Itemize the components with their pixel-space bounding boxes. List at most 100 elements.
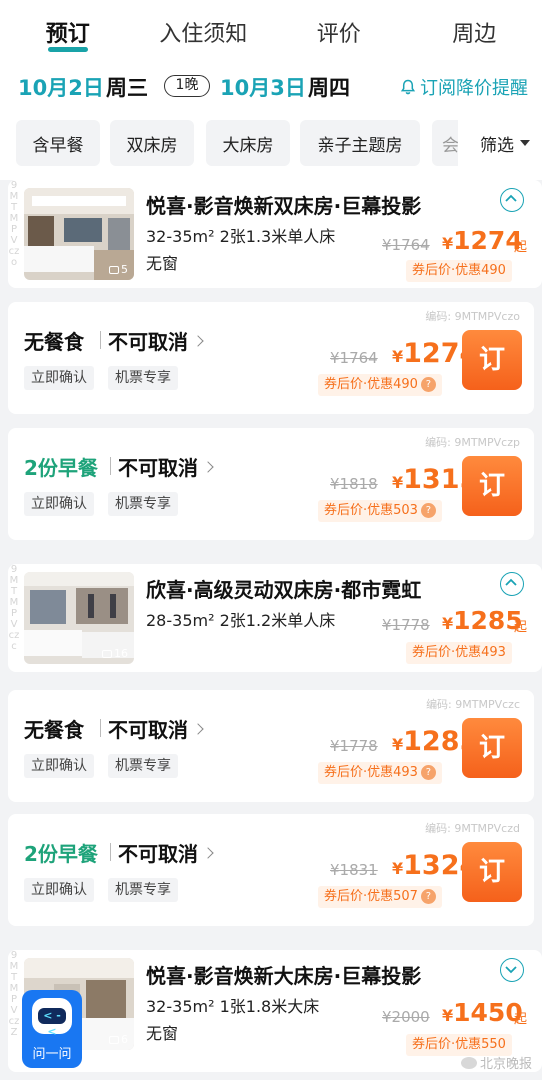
chevron-right-icon	[192, 722, 204, 735]
badge-flight-exclusive: 机票专享	[108, 754, 178, 778]
tab-nearby[interactable]: 周边	[407, 0, 542, 56]
original-price: ¥2000	[382, 1008, 430, 1026]
checkout-weekday: 周四	[308, 76, 350, 100]
filter-chip-king[interactable]: 大床房	[206, 120, 290, 166]
bell-icon	[400, 79, 416, 95]
meal-label: 无餐食	[24, 718, 84, 742]
tab-booking[interactable]: 预订	[0, 0, 136, 56]
room-title: 欣喜·高级灵动双床房·都市霓虹	[146, 578, 422, 602]
room-photo[interactable]: 5	[24, 188, 134, 280]
nights-badge: 1晚	[164, 75, 210, 97]
room-price: ¥1274	[442, 226, 523, 255]
ai-assistant-button[interactable]: < - < 问一问	[22, 990, 82, 1068]
help-icon[interactable]: ?	[420, 377, 436, 392]
divider	[100, 719, 101, 737]
room-code-vertical: 9MTMPVczc	[8, 564, 20, 652]
filter-chip-breakfast[interactable]: 含早餐	[16, 120, 100, 166]
tab-checkin-notice[interactable]: 入住须知	[136, 0, 272, 56]
weibo-icon	[460, 1056, 477, 1069]
caret-down-icon	[520, 140, 530, 146]
discount-tag: 券后价·优惠507?	[318, 886, 442, 908]
room-photo[interactable]: 16	[24, 572, 134, 664]
photo-count: 5	[109, 263, 128, 276]
room-card[interactable]: 9MTMPVczc 16 欣喜·高级灵动双床房·都市霓虹 28-35m² 2张1…	[8, 564, 542, 672]
book-button[interactable]: 订	[462, 718, 522, 778]
room-window: 无窗	[146, 1024, 179, 1043]
badge-instant-confirm: 立即确认	[24, 492, 94, 516]
original-price: ¥1778	[330, 737, 378, 755]
discount-tag: 券后价·优惠490	[406, 260, 512, 282]
filter-chip-twin[interactable]: 双床房	[110, 120, 194, 166]
help-icon[interactable]: ?	[420, 889, 436, 904]
checkout-date[interactable]: 10月3日	[220, 72, 306, 102]
book-button[interactable]: 订	[462, 842, 522, 902]
rate-plan-card[interactable]: 编码: 9MTMPVczp 2份早餐 不可取消 立即确认 机票专享 ¥1818 …	[8, 428, 534, 540]
discount-tag: 券后价·优惠490?	[318, 374, 442, 396]
cancel-policy[interactable]: 不可取消	[108, 714, 204, 743]
price-from-label: 起	[514, 240, 528, 255]
room-card[interactable]: 9MTMPVczo 5 悦喜·影音焕新双床房·巨幕投影 32-35m² 2张1.…	[8, 180, 542, 288]
rate-code: 编码: 9MTMPVczp	[425, 436, 520, 449]
original-price: ¥1764	[330, 349, 378, 367]
filter-chip-family[interactable]: 亲子主题房	[300, 120, 420, 166]
filter-bar: 含早餐 双床房 大床房 亲子主题房 会 筛选	[0, 108, 542, 180]
filter-label: 筛选	[480, 135, 514, 156]
expand-icon[interactable]	[500, 958, 524, 982]
meal-label: 2份早餐	[24, 842, 98, 866]
book-button[interactable]: 订	[462, 330, 522, 390]
cancel-policy[interactable]: 不可取消	[108, 326, 204, 355]
chevron-right-icon	[192, 334, 204, 347]
original-price: ¥1764	[382, 236, 430, 254]
badge-instant-confirm: 立即确认	[24, 754, 94, 778]
rate-code: 编码: 9MTMPVczd	[425, 822, 520, 835]
help-icon[interactable]: ?	[420, 503, 436, 518]
price-alert-label: 订阅降价提醒	[420, 78, 528, 99]
camera-icon	[102, 649, 112, 658]
ai-assistant-label: 问一问	[32, 1047, 72, 1062]
meal-label: 无餐食	[24, 330, 84, 354]
active-tab-indicator	[47, 47, 88, 52]
badge-flight-exclusive: 机票专享	[108, 878, 178, 902]
collapse-icon[interactable]	[500, 188, 524, 212]
badge-flight-exclusive: 机票专享	[108, 366, 178, 390]
robot-icon: < - <	[32, 998, 72, 1038]
cancel-policy[interactable]: 不可取消	[118, 452, 214, 481]
badge-flight-exclusive: 机票专享	[108, 492, 178, 516]
divider	[110, 457, 111, 475]
collapse-icon[interactable]	[500, 572, 524, 596]
badge-instant-confirm: 立即确认	[24, 366, 94, 390]
camera-icon	[109, 1035, 119, 1044]
chevron-right-icon	[202, 460, 214, 473]
badge-instant-confirm: 立即确认	[24, 878, 94, 902]
price-from-label: 起	[514, 1012, 528, 1027]
rate-code: 编码: 9MTMPVczo	[425, 310, 520, 323]
divider	[110, 843, 111, 861]
camera-icon	[109, 265, 119, 274]
tab-reviews[interactable]: 评价	[271, 0, 407, 56]
watermark: 北京晚报	[460, 1053, 532, 1072]
book-button[interactable]: 订	[462, 456, 522, 516]
room-window: 无窗	[146, 254, 179, 273]
cancel-policy[interactable]: 不可取消	[118, 838, 214, 867]
room-price: ¥1285	[442, 606, 523, 635]
rate-plan-card[interactable]: 编码: 9MTMPVczo 无餐食 不可取消 立即确认 机票专享 ¥1764 ¥…	[8, 302, 534, 414]
room-title: 悦喜·影音焕新大床房·巨幕投影	[146, 964, 422, 988]
divider	[100, 331, 101, 349]
original-price: ¥1778	[382, 616, 430, 634]
discount-tag: 券后价·优惠493?	[318, 762, 442, 784]
price-alert-button[interactable]: 订阅降价提醒	[400, 74, 528, 100]
room-price: ¥1450	[442, 998, 523, 1027]
rate-plan-card[interactable]: 编码: 9MTMPVczd 2份早餐 不可取消 立即确认 机票专享 ¥1831 …	[8, 814, 534, 926]
rate-code: 编码: 9MTMPVczc	[426, 698, 520, 711]
original-price: ¥1831	[330, 861, 378, 879]
help-icon[interactable]: ?	[420, 765, 436, 780]
room-title: 悦喜·影音焕新双床房·巨幕投影	[146, 194, 422, 218]
checkin-weekday: 周三	[106, 76, 148, 100]
date-selector[interactable]: 10月2日 周三 1晚 10月3日 周四 订阅降价提醒	[0, 56, 542, 108]
rate-plan-card[interactable]: 编码: 9MTMPVczc 无餐食 不可取消 立即确认 机票专享 ¥1778 ¥…	[8, 690, 534, 802]
discount-tag: 券后价·优惠503?	[318, 500, 442, 522]
robot-eyes: < - <	[38, 1008, 66, 1038]
checkin-date[interactable]: 10月2日	[18, 72, 104, 102]
price-from-label: 起	[514, 620, 528, 635]
filter-button[interactable]: 筛选	[458, 120, 530, 166]
